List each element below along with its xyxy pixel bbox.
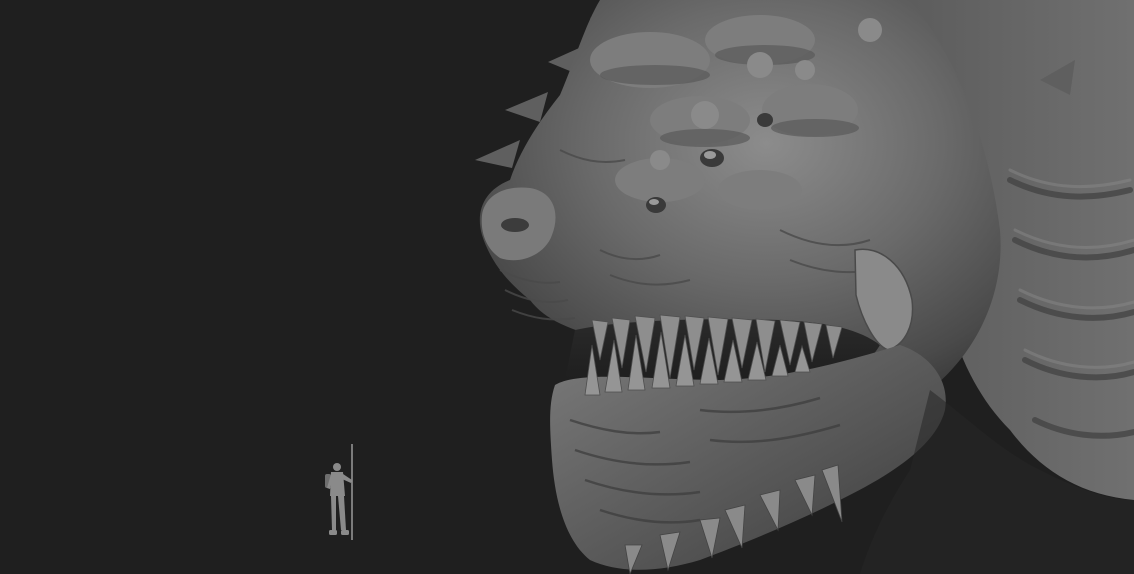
viewport-canvas[interactable] [0, 0, 1134, 574]
creature-head-sculpt [475, 0, 1134, 574]
human-figure-sculpt [325, 444, 353, 540]
sculpt-scene [325, 0, 1134, 574]
